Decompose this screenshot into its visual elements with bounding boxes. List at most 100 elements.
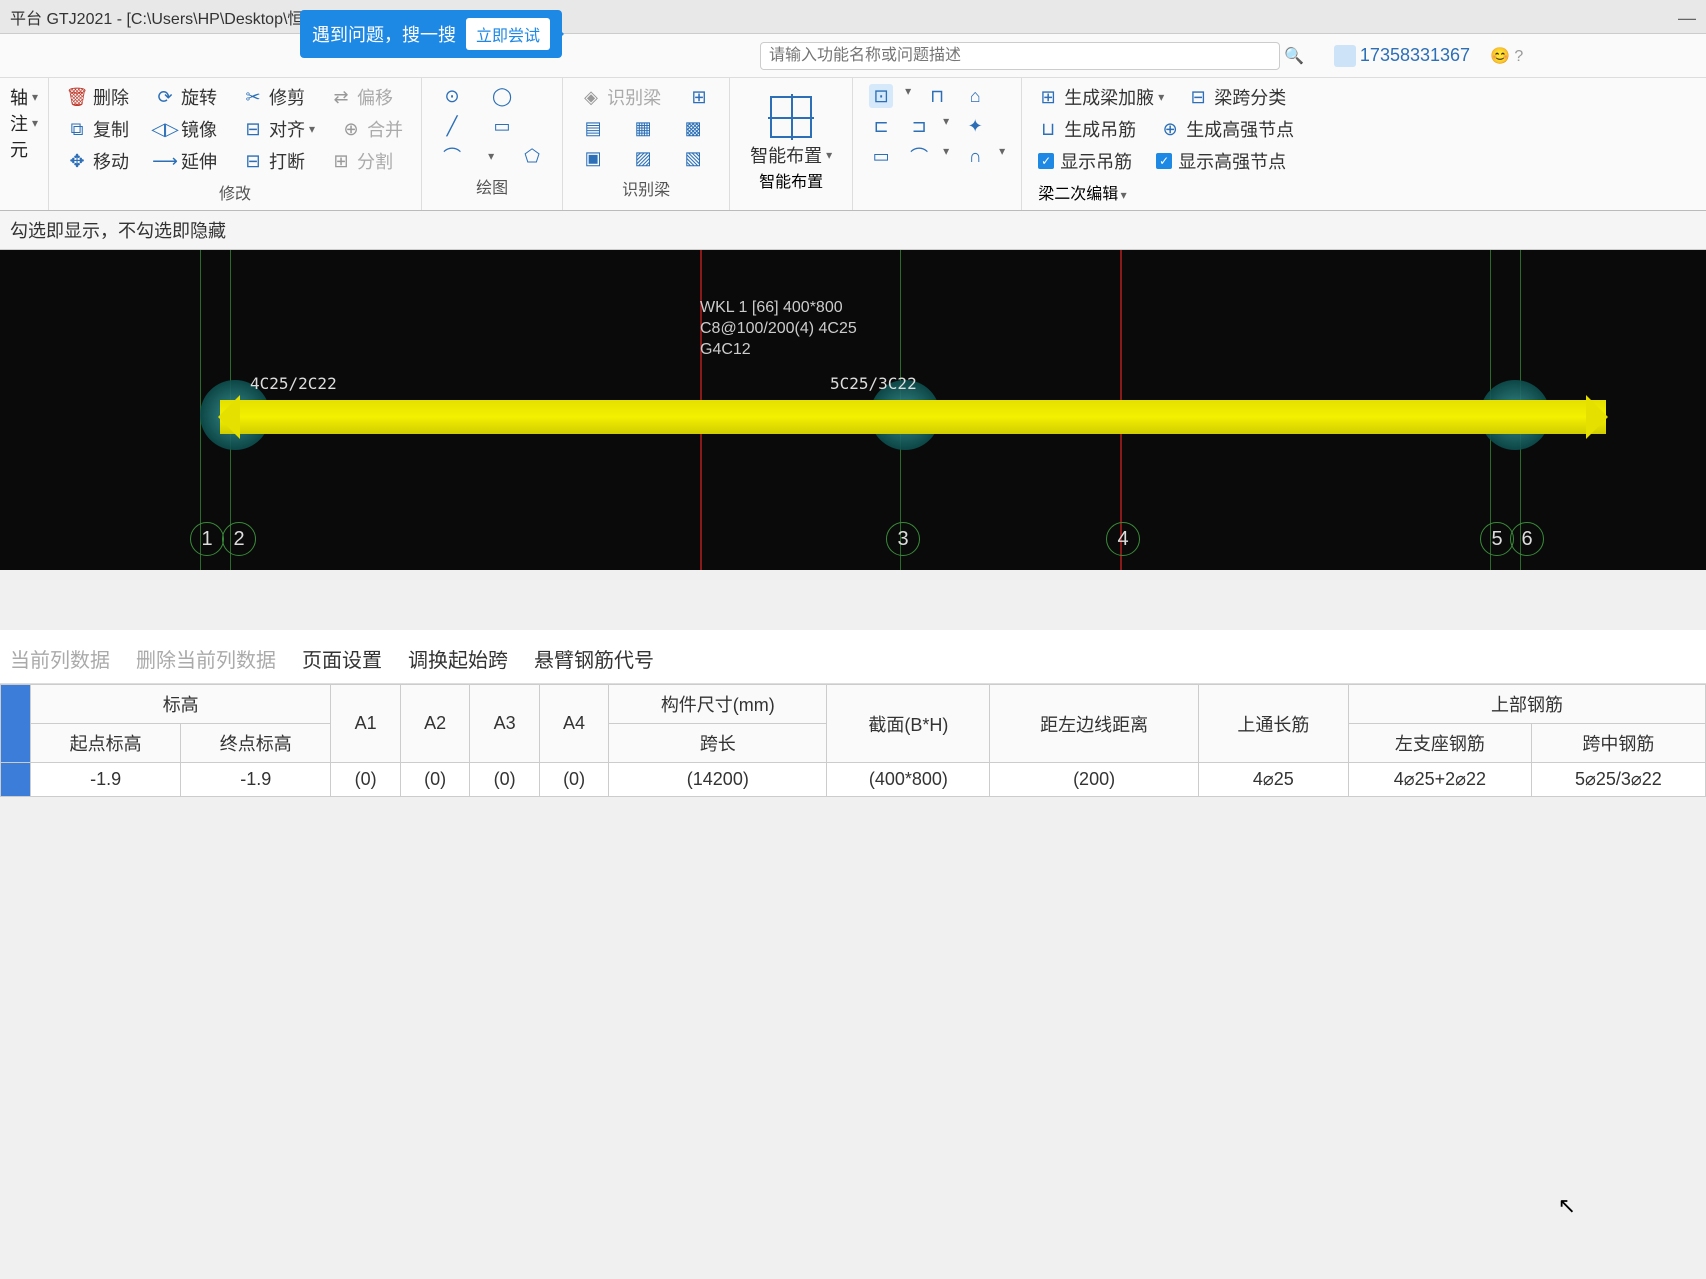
col-upper: 上部钢筋	[1348, 685, 1705, 724]
rotate-button[interactable]: ⟳旋转	[155, 84, 217, 110]
row-selector[interactable]	[1, 763, 31, 797]
span-class-button[interactable]: ⊟梁跨分类	[1188, 84, 1286, 110]
search-input[interactable]	[760, 42, 1280, 70]
axis-marker: 2	[222, 522, 256, 556]
show-hanger-check[interactable]: ✓显示吊筋	[1038, 148, 1132, 174]
copy-icon: ⧉	[67, 119, 87, 139]
recog-opt2-icon[interactable]: ▤	[581, 116, 605, 140]
tool-a3-icon[interactable]: ⌂	[963, 84, 987, 108]
cell-leftsup[interactable]: 4⌀25+2⌀22	[1348, 763, 1531, 797]
gen-hsnode-button[interactable]: ⊕生成高强节点	[1160, 116, 1294, 142]
cell-span[interactable]: (14200)	[609, 763, 827, 797]
smart-layout-icon[interactable]	[770, 96, 812, 138]
offset-button[interactable]: ⇄偏移	[331, 84, 393, 110]
scan-icon: ◈	[581, 87, 601, 107]
checkbox-icon: ✓	[1038, 153, 1054, 169]
tool-c1-icon[interactable]: ▭	[869, 144, 893, 168]
data-table: 标高 A1 A2 A3 A4 构件尺寸(mm) 截面(B*H) 距左边线距离 上…	[0, 684, 1706, 797]
recog-opt6-icon[interactable]: ▨	[631, 146, 655, 170]
recognize-beam-button[interactable]: ◈识别梁	[581, 84, 661, 110]
line-tool-icon[interactable]: ╱	[440, 114, 464, 138]
circle-tool-icon[interactable]: ◯	[490, 84, 514, 108]
page-set-button[interactable]: 页面设置	[302, 644, 382, 673]
recog-opt4-icon[interactable]: ▩	[681, 116, 705, 140]
cell-topbar[interactable]: 4⌀25	[1198, 763, 1348, 797]
copy-button[interactable]: ⧉复制	[67, 116, 129, 142]
tool-strip: ⊡▾ ⊓ ⌂ ⊏ ⊐▾ ✦ ▭ ⌒▾ ∩▾	[853, 78, 1022, 210]
tool-b1-icon[interactable]: ⊏	[869, 114, 893, 138]
avatar-icon	[1334, 45, 1356, 67]
split-icon: ⊞	[331, 151, 351, 171]
tip-text: 遇到问题，搜一搜	[312, 21, 456, 47]
shape-tool-icon[interactable]: ⬠	[520, 144, 544, 168]
tool-b3-icon[interactable]: ✦	[963, 114, 987, 138]
account-info[interactable]: 17358331367	[1334, 45, 1470, 67]
table-row[interactable]: -1.9 -1.9 (0) (0) (0) (0) (14200) (400*8…	[1, 763, 1706, 797]
split-button[interactable]: ⊞分割	[331, 148, 393, 174]
help-icon[interactable]: 😊 ?	[1490, 46, 1523, 66]
elem-menu[interactable]: 元	[10, 136, 38, 162]
table-header-row: 标高 A1 A2 A3 A4 构件尺寸(mm) 截面(B*H) 距左边线距离 上…	[1, 685, 1706, 724]
cell-start[interactable]: -1.9	[31, 763, 181, 797]
gen-waist-button[interactable]: ⊞生成梁加腋▾	[1038, 84, 1164, 110]
tip-try-button[interactable]: 立即尝试	[466, 18, 550, 50]
cell-a3[interactable]: (0)	[470, 763, 539, 797]
minimize-icon[interactable]: —	[1678, 8, 1696, 29]
axis-marker: 4	[1106, 522, 1140, 556]
note-menu[interactable]: 注▾	[10, 110, 38, 136]
cell-dist[interactable]: (200)	[990, 763, 1198, 797]
tool-c2-icon[interactable]: ⌒	[907, 144, 931, 168]
cell-a2[interactable]: (0)	[400, 763, 469, 797]
viewport[interactable]: WKL 1 [66] 400*800 C8@100/200(4) 4C25 G4…	[0, 250, 1706, 570]
rebar-label-mid: 5C25/3C22	[830, 374, 917, 393]
rect-tool-icon[interactable]: ▭	[490, 114, 514, 138]
align-icon: ⊟	[243, 119, 263, 139]
swap-span-button[interactable]: 调换起始跨	[408, 644, 508, 673]
cur-col-button[interactable]: 当前列数据	[10, 644, 110, 673]
mirror-button[interactable]: ◁▷镜像	[155, 116, 217, 142]
point-tool-icon[interactable]: ⊙	[440, 84, 464, 108]
arc-tool-icon[interactable]: ⌒	[440, 144, 464, 168]
left-panel: 轴▾ 注▾ 元	[0, 78, 49, 210]
recog-opt1-icon[interactable]: ⊞	[687, 85, 711, 109]
del-col-button[interactable]: 删除当前列数据	[136, 644, 276, 673]
col-elev: 标高	[31, 685, 331, 724]
search-icon[interactable]: 🔍	[1284, 46, 1304, 66]
extend-button[interactable]: ⟶延伸	[155, 148, 217, 174]
waist-icon: ⊞	[1038, 87, 1058, 107]
show-hsnode-check[interactable]: ✓显示高强节点	[1156, 148, 1286, 174]
move-button[interactable]: ✥移动	[67, 148, 129, 174]
move-icon: ✥	[67, 151, 87, 171]
smart-layout-button[interactable]: 智能布置▾	[750, 142, 832, 168]
cell-a4[interactable]: (0)	[539, 763, 608, 797]
search-row: 🔍 17358331367 😊 ?	[0, 34, 1706, 78]
axis-menu[interactable]: 轴▾	[10, 84, 38, 110]
recog-opt5-icon[interactable]: ▣	[581, 146, 605, 170]
recog-opt7-icon[interactable]: ▧	[681, 146, 705, 170]
cant-code-button[interactable]: 悬臂钢筋代号	[534, 644, 654, 673]
row-selector[interactable]	[1, 685, 31, 763]
break-button[interactable]: ⊟打断	[243, 148, 305, 174]
tool-a2-icon[interactable]: ⊓	[925, 84, 949, 108]
col-midspan: 跨中钢筋	[1531, 724, 1705, 763]
tool-c3-icon[interactable]: ∩	[963, 144, 987, 168]
beam-edit-group: ⊞生成梁加腋▾ ⊟梁跨分类 ⊔生成吊筋 ⊕生成高强节点 ✓显示吊筋 ✓显示高强节…	[1022, 78, 1310, 210]
cell-end[interactable]: -1.9	[181, 763, 331, 797]
gen-hanger-button[interactable]: ⊔生成吊筋	[1038, 116, 1136, 142]
delete-button[interactable]: 🗑删除	[67, 84, 129, 110]
align-button[interactable]: ⊟对齐▾	[243, 116, 315, 142]
tool-b2-icon[interactable]: ⊐	[907, 114, 931, 138]
merge-button[interactable]: ⊕合并	[341, 116, 403, 142]
col-a2: A2	[400, 685, 469, 763]
col-topbar: 上通长筋	[1198, 685, 1348, 763]
cell-midspan[interactable]: 5⌀25/3⌀22	[1531, 763, 1705, 797]
col-end: 终点标高	[181, 724, 331, 763]
recog-opt3-icon[interactable]: ▦	[631, 116, 655, 140]
axis-marker: 5	[1480, 522, 1514, 556]
rotate-icon: ⟳	[155, 87, 175, 107]
cell-a1[interactable]: (0)	[331, 763, 400, 797]
beam-element[interactable]	[220, 400, 1606, 434]
tool-a1-icon[interactable]: ⊡	[869, 84, 893, 108]
cell-section[interactable]: (400*800)	[827, 763, 990, 797]
trim-button[interactable]: ✂修剪	[243, 84, 305, 110]
